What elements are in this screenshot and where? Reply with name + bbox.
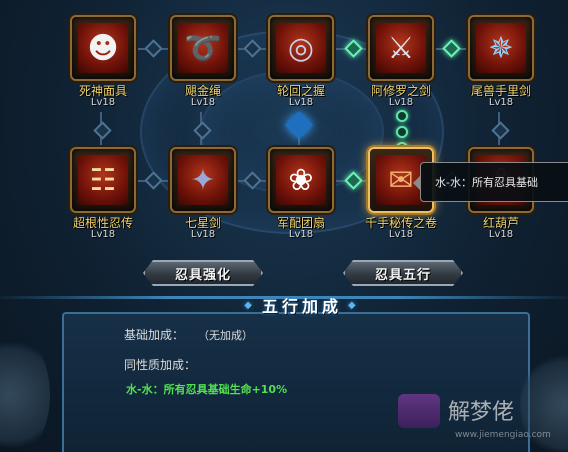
connector-node (491, 121, 510, 140)
base-bonus-value: （无加成） (198, 329, 253, 342)
chain-link-icon (396, 126, 408, 138)
demon-mask-icon: ☻ (78, 23, 128, 73)
golden-rope-icon: ➰ (178, 23, 228, 73)
item-tooltip: 水-水：所有忍具基础 (413, 162, 568, 202)
watermark-url: www.jiemengiao.com (455, 430, 551, 440)
same-nature-bonus-value: 水-水：所有忍具基础生命+10% (126, 383, 288, 396)
panel-title: 五行加成 (232, 288, 372, 322)
item-level: Lv18 (288, 97, 314, 108)
same-nature-bonus-label: 同性质加成： (124, 358, 197, 372)
item-slot[interactable]: ☷ (70, 147, 136, 213)
cloud-decoration (0, 330, 50, 452)
seven-star-sword-icon: ✦ (178, 155, 228, 205)
item-slot[interactable]: ☻ (70, 15, 136, 81)
war-fan-icon: ❀ (276, 155, 326, 205)
item-slot[interactable]: ❀ (268, 147, 334, 213)
connector-node-active (442, 39, 461, 58)
item-level: Lv18 (190, 97, 216, 108)
spiral-orb-icon: ◎ (276, 23, 326, 73)
item-level: Lv18 (388, 229, 414, 240)
game-screen: ☻ 死神面具 Lv18 ➰ 飓金绳 Lv18 ◎ 轮回之握 Lv18 ⚔ 阿修罗之剑 Lv18 ✵ 尾兽手… (0, 0, 568, 452)
shuriken-icon: ✵ (476, 23, 526, 73)
item-level: Lv18 (288, 229, 314, 240)
item-level: Lv18 (488, 229, 514, 240)
item-level: Lv18 (190, 229, 216, 240)
item-slot[interactable]: ◎ (268, 15, 334, 81)
watermark-text: 解梦佬 (448, 400, 515, 425)
item-level: Lv18 (488, 97, 514, 108)
ninja-book-icon: ☷ (78, 155, 128, 205)
item-level: Lv18 (90, 97, 116, 108)
asura-blade-icon: ⚔ (376, 23, 426, 73)
connector-node (93, 121, 112, 140)
item-slot[interactable]: ➰ (170, 15, 236, 81)
base-bonus-label: 基础加成： (124, 328, 185, 342)
watermark-seal-icon (398, 394, 440, 428)
connector-node (144, 39, 163, 58)
item-slot[interactable]: ✦ (170, 147, 236, 213)
strengthen-button[interactable]: 忍具强化 (143, 260, 263, 286)
five-elements-button[interactable]: 忍具五行 (343, 260, 463, 286)
item-level: Lv18 (90, 229, 116, 240)
item-slot[interactable]: ✵ (468, 15, 534, 81)
item-level: Lv18 (388, 97, 414, 108)
chain-link-icon (396, 110, 408, 122)
item-slot[interactable]: ⚔ (368, 15, 434, 81)
